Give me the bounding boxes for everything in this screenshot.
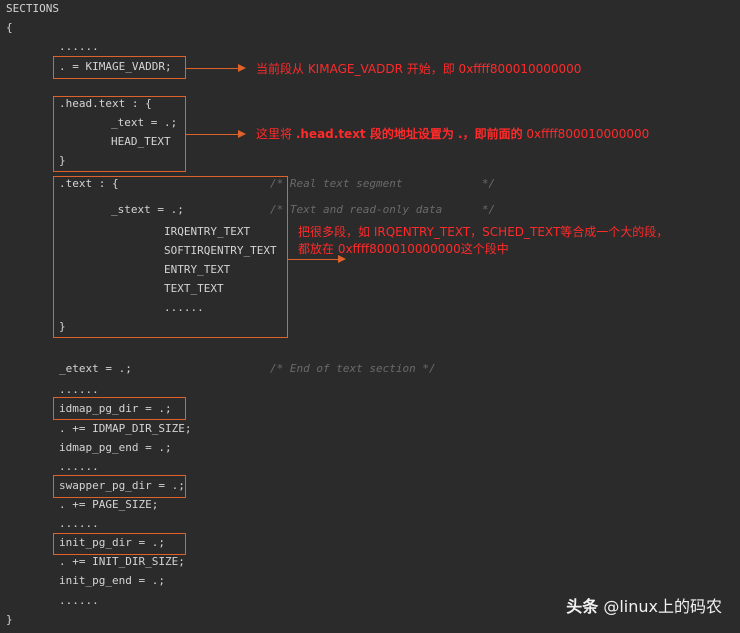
code-init-dir-size: . += INIT_DIR_SIZE;: [59, 555, 185, 568]
arrow-icon: [186, 130, 246, 138]
annotation-text-line1: 把很多段，如 IRQENTRY_TEXT，SCHED_TEXT等合成一个大的段，: [298, 225, 669, 239]
watermark: 头条 @linux上的码农: [566, 597, 722, 616]
code-idmap-dir-size: . += IDMAP_DIR_SIZE;: [59, 422, 192, 435]
code-comment-readonly: /* Text and read-only data */: [270, 203, 496, 216]
annotation-head-text: 这里将 .head.text 段的地址设置为 .，即前面的 0xffff8000…: [256, 127, 650, 141]
code-open-brace: {: [6, 21, 13, 34]
code-final-brace: }: [6, 613, 13, 626]
text-section-highlight-box: [53, 176, 288, 338]
annotation-kimage: 当前段从 KIMAGE_VADDR 开始，即 0xffff80001000000…: [256, 62, 582, 76]
code-ellipsis: ......: [59, 383, 99, 396]
code-ellipsis: ......: [59, 460, 99, 473]
head-text-highlight-box: [53, 96, 186, 172]
code-ellipsis: ......: [59, 594, 99, 607]
code-init-pg-end: init_pg_end = .;: [59, 574, 165, 587]
code-idmap-pg-end: idmap_pg_end = .;: [59, 441, 172, 454]
swapper-highlight-box: [53, 475, 186, 498]
init-pg-highlight-box: [53, 533, 186, 555]
code-etext: _etext = .;: [59, 362, 132, 375]
arrow-icon: [288, 255, 346, 263]
code-ellipsis: ......: [59, 517, 99, 530]
idmap-highlight-box: [53, 397, 186, 420]
code-sections: SECTIONS: [6, 2, 59, 15]
code-page-size: . += PAGE_SIZE;: [59, 498, 159, 511]
arrow-icon: [186, 64, 246, 72]
code-ellipsis: ......: [59, 40, 99, 53]
code-comment-end-text: /* End of text section */: [270, 362, 436, 375]
annotation-text-line2: 都放在 0xffff800010000000这个段中: [298, 242, 509, 256]
code-comment-real-text: /* Real text segment */: [270, 177, 496, 190]
kimage-highlight-box: [53, 56, 186, 79]
